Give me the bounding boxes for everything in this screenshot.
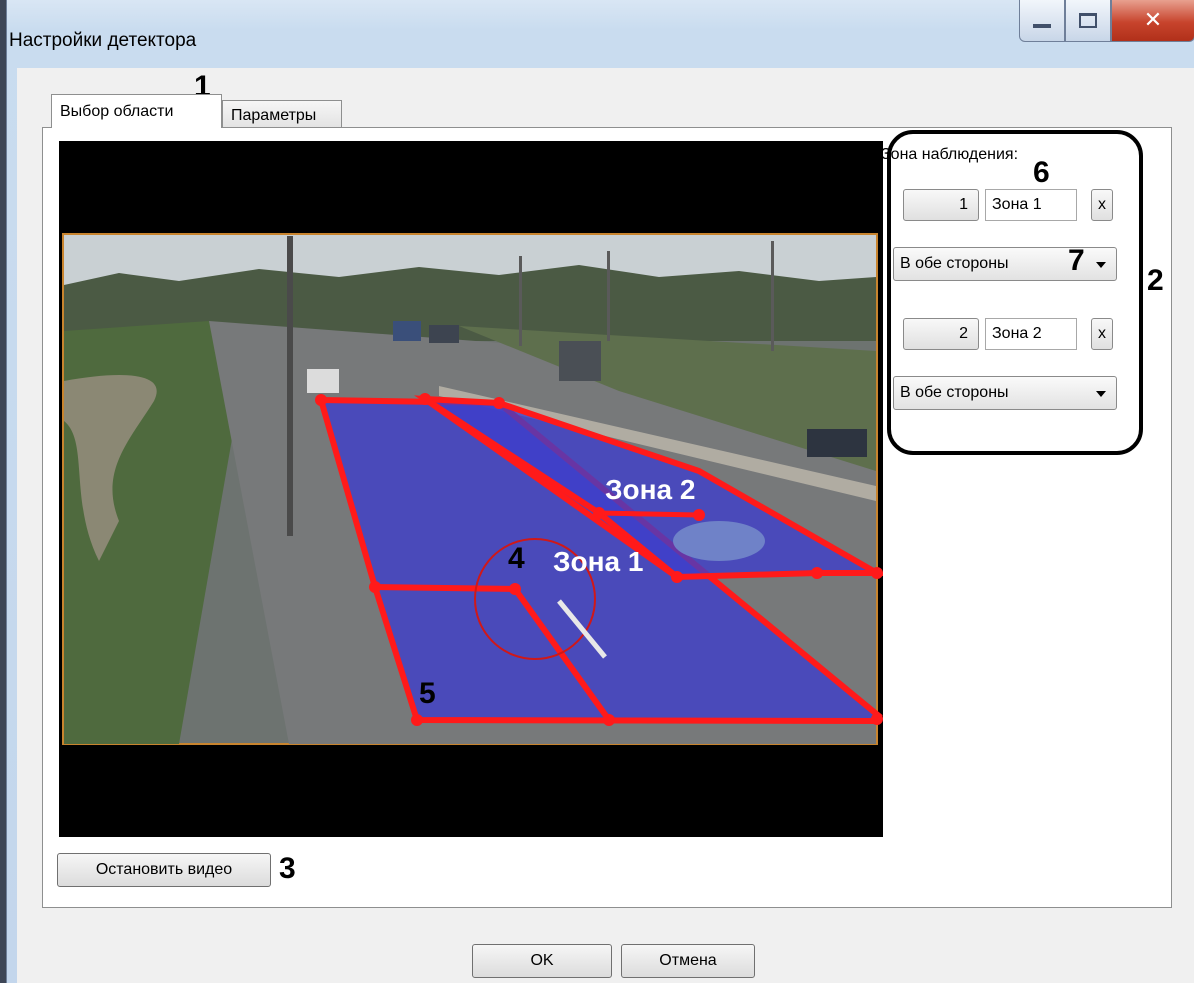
- zone-1-number-button[interactable]: 1: [903, 189, 979, 221]
- video-preview[interactable]: Зона 1 Зона 2: [59, 141, 883, 837]
- truck: [429, 325, 459, 343]
- chevron-down-icon: [1096, 262, 1106, 268]
- car: [673, 521, 765, 561]
- detector-settings-window: Настройки детектора ✕ Выбор области Пара…: [6, 0, 1194, 983]
- light-pole: [607, 251, 610, 341]
- close-icon: ✕: [1143, 8, 1163, 33]
- tab-parameters[interactable]: Параметры: [222, 100, 342, 130]
- callout-3: 3: [279, 852, 296, 885]
- zone-2-label: Зона 2: [605, 474, 695, 505]
- zone-2-cross-line: [598, 510, 700, 518]
- close-button[interactable]: ✕: [1111, 0, 1194, 42]
- minimize-icon: [1033, 23, 1051, 28]
- ok-button[interactable]: OK: [472, 944, 612, 978]
- light-pole: [771, 241, 774, 351]
- callout-5: 5: [419, 677, 436, 710]
- callout-6: 6: [1033, 156, 1050, 189]
- zone-2-direction-select[interactable]: В обе стороны: [893, 376, 1117, 410]
- zone-2-remove-button[interactable]: x: [1091, 318, 1113, 350]
- car: [807, 429, 867, 457]
- video-scene: Зона 1 Зона 2: [59, 141, 883, 837]
- zone-1-name-field[interactable]: Зона 1: [985, 189, 1077, 221]
- zone-1-cross-line: [374, 584, 516, 592]
- truck: [393, 321, 421, 341]
- zone-1-direction-value: В обе стороны: [900, 255, 1009, 272]
- stop-video-button[interactable]: Остановить видео: [57, 853, 271, 887]
- callout-4: 4: [508, 542, 525, 575]
- callout-2: 2: [1147, 264, 1164, 297]
- zone-1-remove-button[interactable]: x: [1091, 189, 1113, 221]
- car: [307, 369, 339, 393]
- chevron-down-icon: [1096, 391, 1106, 397]
- zone-2-number-button[interactable]: 2: [903, 318, 979, 350]
- zones-panel-title: Зона наблюдения:: [881, 146, 1019, 163]
- truck: [559, 341, 601, 381]
- window-title: Настройки детектора: [9, 30, 197, 51]
- zone-2-direction-value: В обе стороны: [900, 384, 1009, 401]
- maximize-button[interactable]: [1065, 0, 1111, 42]
- maximize-icon: [1079, 13, 1097, 28]
- tab-area-selection[interactable]: Выбор области: [51, 94, 222, 128]
- light-pole: [519, 256, 522, 346]
- minimize-button[interactable]: [1019, 0, 1065, 42]
- zone-2-name-field[interactable]: Зона 2: [985, 318, 1077, 350]
- light-pole: [287, 236, 293, 536]
- cancel-button[interactable]: Отмена: [621, 944, 755, 978]
- zone-1-label: Зона 1: [553, 546, 643, 577]
- callout-7: 7: [1068, 244, 1085, 277]
